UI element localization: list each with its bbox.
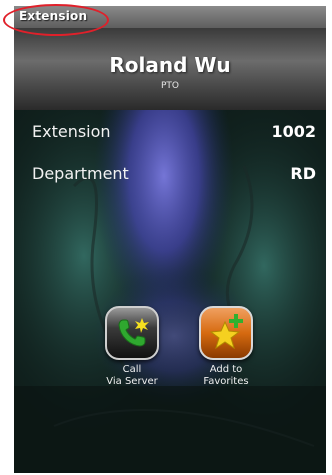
extension-label: Extension xyxy=(32,122,111,141)
extension-value: 1002 xyxy=(271,122,316,141)
call-via-server-button[interactable] xyxy=(105,306,159,360)
add-to-favorites-button[interactable] xyxy=(199,306,253,360)
call-label-line2: Via Server xyxy=(106,376,158,387)
contact-name: Roland Wu xyxy=(109,53,231,77)
add-to-favorites-action[interactable]: Add to Favorites xyxy=(186,306,266,388)
contact-title: PTO xyxy=(160,81,179,91)
annotation-highlight-oval xyxy=(3,4,109,36)
phone-screen: Extension Roland Wu PTO Extension 1002 D… xyxy=(14,6,326,473)
add-to-favorites-label: Add to Favorites xyxy=(186,364,266,388)
call-via-server-action[interactable]: Call Via Server xyxy=(92,306,172,388)
department-value: RD xyxy=(290,164,316,183)
star-plus-icon xyxy=(209,314,243,350)
department-label: Department xyxy=(32,164,129,183)
contact-header: Roland Wu PTO xyxy=(14,28,326,110)
phone-icon xyxy=(118,318,149,347)
call-label-line1: Call xyxy=(122,364,142,375)
detail-row-extension: Extension 1002 xyxy=(14,120,326,146)
detail-row-department: Department RD xyxy=(14,162,326,188)
favorites-label-line1: Add to xyxy=(209,364,243,375)
call-via-server-label: Call Via Server xyxy=(92,364,172,388)
favorites-label-line2: Favorites xyxy=(203,376,249,387)
